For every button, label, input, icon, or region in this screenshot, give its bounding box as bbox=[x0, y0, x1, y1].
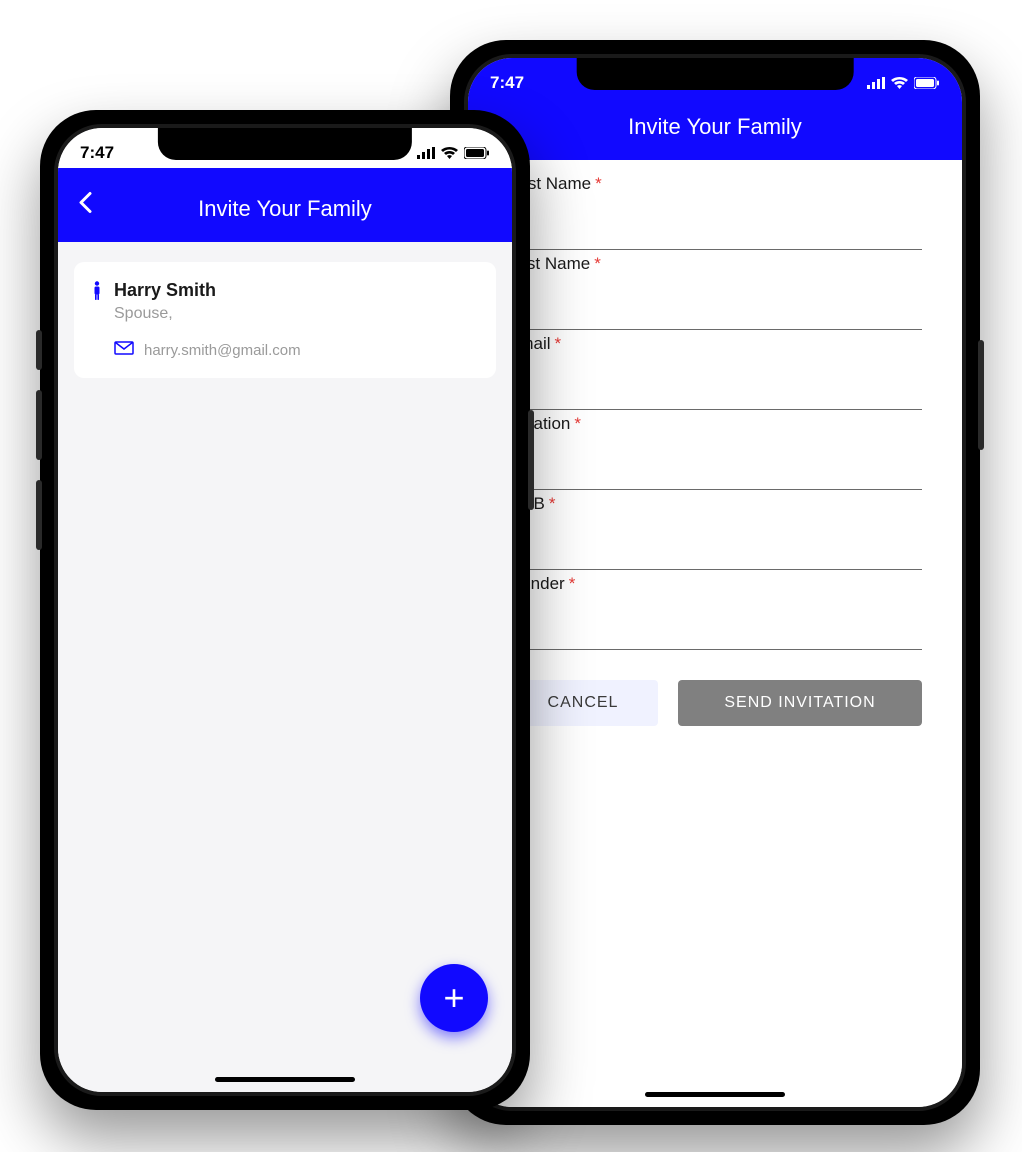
dob-field: DOB* bbox=[508, 494, 922, 570]
signal-icon bbox=[867, 77, 885, 89]
email-icon bbox=[114, 341, 134, 360]
battery-icon bbox=[464, 147, 490, 159]
home-indicator[interactable] bbox=[215, 1077, 355, 1082]
nav-header: Invite Your Family bbox=[468, 98, 962, 160]
email-field: Email* bbox=[508, 334, 922, 410]
battery-icon bbox=[914, 77, 940, 89]
notch bbox=[158, 128, 412, 160]
required-marker: * bbox=[594, 254, 601, 273]
required-marker: * bbox=[595, 174, 602, 193]
phone-bezel: 7:47 Invite Your Family First Name* Last… bbox=[464, 54, 966, 1111]
signal-icon bbox=[417, 147, 435, 159]
dob-label: DOB* bbox=[508, 494, 922, 514]
phone-list: 7:47 Invite Your Family bbox=[40, 110, 530, 1110]
status-indicators bbox=[867, 77, 940, 89]
required-marker: * bbox=[574, 414, 581, 433]
power-button bbox=[528, 410, 534, 510]
required-marker: * bbox=[555, 334, 562, 353]
email-input[interactable] bbox=[508, 354, 922, 410]
last-name-label: Last Name* bbox=[508, 254, 922, 274]
page-title: Invite Your Family bbox=[198, 196, 372, 222]
member-email-row: harry.smith@gmail.com bbox=[114, 341, 480, 360]
cancel-button[interactable]: CANCEL bbox=[508, 680, 658, 726]
status-time: 7:47 bbox=[490, 73, 524, 93]
first-name-input[interactable] bbox=[508, 194, 922, 250]
phone-bezel: 7:47 Invite Your Family bbox=[54, 124, 516, 1096]
gender-label: Gender* bbox=[508, 574, 922, 594]
email-label: Email* bbox=[508, 334, 922, 354]
volume-up-button bbox=[36, 390, 42, 460]
chevron-left-icon bbox=[78, 192, 92, 214]
first-name-label: First Name* bbox=[508, 174, 922, 194]
gender-input[interactable] bbox=[508, 594, 922, 650]
volume-down-button bbox=[36, 480, 42, 550]
card-header-row: Harry Smith bbox=[90, 280, 480, 301]
first-name-field: First Name* bbox=[508, 174, 922, 250]
send-invitation-button[interactable]: SEND INVITATION bbox=[678, 680, 922, 726]
person-icon bbox=[90, 281, 104, 301]
power-button bbox=[978, 340, 984, 450]
relation-label: Relation* bbox=[508, 414, 922, 434]
relation-input[interactable] bbox=[508, 434, 922, 490]
notch bbox=[577, 58, 854, 90]
mute-switch bbox=[36, 330, 42, 370]
member-email: harry.smith@gmail.com bbox=[144, 342, 301, 359]
add-member-fab[interactable]: + bbox=[420, 964, 488, 1032]
wifi-icon bbox=[441, 147, 458, 159]
status-time: 7:47 bbox=[80, 143, 114, 163]
last-name-field: Last Name* bbox=[508, 254, 922, 330]
last-name-input[interactable] bbox=[508, 274, 922, 330]
member-name: Harry Smith bbox=[114, 280, 216, 301]
status-indicators bbox=[417, 147, 490, 159]
relation-field: Relation* bbox=[508, 414, 922, 490]
required-marker: * bbox=[569, 574, 576, 593]
plus-icon: + bbox=[443, 980, 464, 1016]
home-indicator[interactable] bbox=[645, 1092, 785, 1097]
screen: 7:47 Invite Your Family bbox=[58, 128, 512, 1092]
nav-header: Invite Your Family bbox=[58, 168, 512, 242]
dob-input[interactable] bbox=[508, 514, 922, 570]
required-marker: * bbox=[549, 494, 556, 513]
back-button[interactable] bbox=[78, 192, 92, 219]
family-member-card[interactable]: Harry Smith Spouse, harry.smith@gmail.co… bbox=[74, 262, 496, 378]
screen: 7:47 Invite Your Family First Name* Last… bbox=[468, 58, 962, 1107]
form-area: First Name* Last Name* Email* Relation* bbox=[468, 160, 962, 1107]
action-row: CANCEL SEND INVITATION bbox=[508, 680, 922, 726]
gender-field: Gender* bbox=[508, 574, 922, 650]
wifi-icon bbox=[891, 77, 908, 89]
page-title: Invite Your Family bbox=[628, 114, 802, 140]
member-relation: Spouse, bbox=[114, 305, 480, 323]
